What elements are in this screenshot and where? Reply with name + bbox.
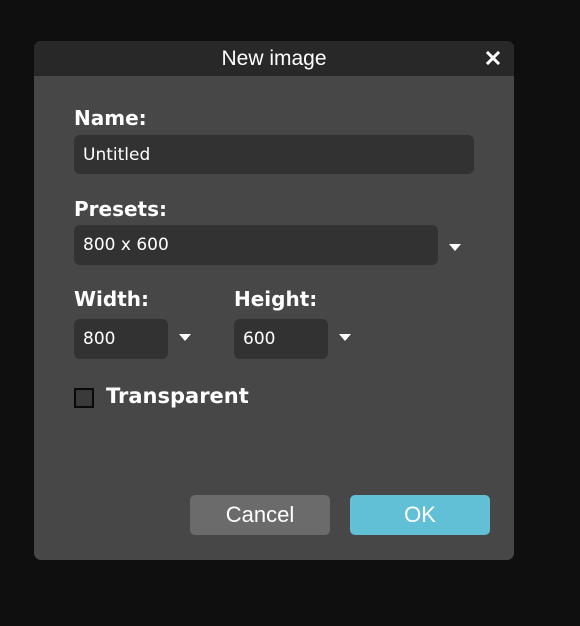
transparent-label[interactable]: Transparent [106,384,249,408]
dialog-title: New image [221,46,327,70]
name-input[interactable]: Untitled [74,135,474,174]
height-input[interactable]: 600 [234,319,328,359]
dialog-titlebar[interactable]: New image [34,41,514,76]
width-label: Width: [74,287,150,311]
presets-label: Presets: [74,197,168,221]
width-dropdown-arrow-icon[interactable] [179,334,191,341]
name-label: Name: [74,106,147,130]
ok-button[interactable]: OK [350,495,490,535]
height-label: Height: [234,287,318,311]
presets-select[interactable]: 800 x 600 [74,225,438,265]
height-dropdown-arrow-icon[interactable] [339,334,351,341]
presets-dropdown-arrow-icon[interactable] [449,244,461,251]
width-input[interactable]: 800 [74,319,168,359]
transparent-checkbox[interactable] [74,388,94,408]
new-image-dialog: New image Name: Untitled Presets: 800 x … [34,41,514,560]
cancel-button[interactable]: Cancel [190,495,330,535]
close-icon[interactable] [486,51,500,65]
